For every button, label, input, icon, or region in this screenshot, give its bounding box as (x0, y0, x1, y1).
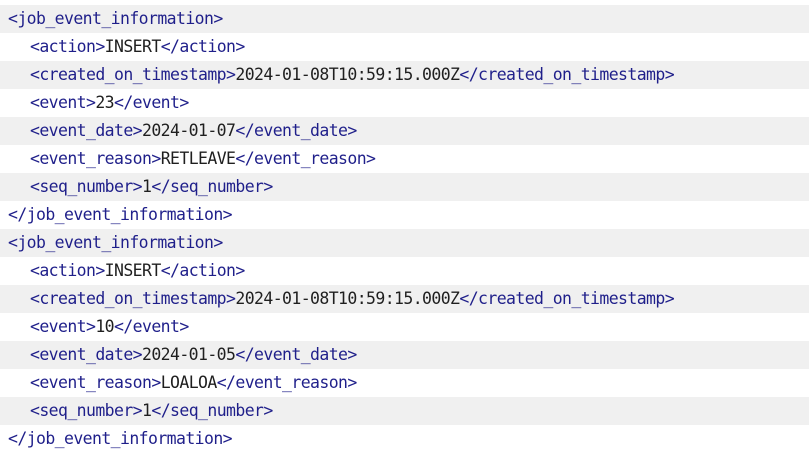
xml-close-tag: </job_event_information> (8, 205, 233, 224)
field-line-event-reason: <event_reason>RETLEAVE</event_reason> (0, 145, 809, 173)
field-line-created-on-timestamp: <created_on_timestamp>2024-01-08T10:59:1… (0, 61, 809, 89)
field-line-created-on-timestamp: <created_on_timestamp>2024-01-08T10:59:1… (0, 285, 809, 313)
xml-open-tag: <seq_number> (30, 401, 143, 420)
xml-open-tag: <action> (30, 37, 105, 56)
field-line-event-reason: <event_reason>LOALOA</event_reason> (0, 369, 809, 397)
xml-open-tag: <created_on_timestamp> (30, 289, 236, 308)
xml-close-tag: </event_reason> (235, 149, 376, 168)
xml-open-tag: <event_date> (30, 345, 143, 364)
xml-close-tag: </created_on_timestamp> (459, 65, 675, 84)
field-line-event: <event>23</event> (0, 89, 809, 117)
xml-open-tag: <event_reason> (30, 373, 161, 392)
xml-viewer: <job_event_information> <action>INSERT</… (0, 5, 809, 453)
field-line-event-date: <event_date>2024-01-05</event_date> (0, 341, 809, 369)
xml-close-tag: </event_date> (235, 345, 357, 364)
xml-value: INSERT (104, 37, 162, 56)
xml-open-tag: <event> (30, 93, 96, 112)
xml-close-tag: </action> (160, 261, 246, 280)
xml-value: 1 (142, 177, 152, 196)
xml-open-tag: <job_event_information> (8, 9, 223, 28)
xml-value: 1 (142, 401, 152, 420)
xml-close-tag: </action> (160, 37, 246, 56)
xml-close-tag: </job_event_information> (8, 429, 233, 448)
xml-value: 10 (95, 317, 115, 336)
xml-close-tag: </seq_number> (151, 401, 273, 420)
xml-value: 2024-01-07 (142, 121, 236, 140)
xml-open-tag: <event_date> (30, 121, 143, 140)
record-open-tag: <job_event_information> (0, 5, 809, 33)
xml-close-tag: </seq_number> (151, 177, 273, 196)
record-close-tag: </job_event_information> (0, 201, 809, 229)
field-line-event: <event>10</event> (0, 313, 809, 341)
xml-value: 2024-01-05 (142, 345, 236, 364)
field-line-seq-number: <seq_number>1</seq_number> (0, 397, 809, 425)
xml-value: LOALOA (160, 373, 218, 392)
xml-open-tag: <created_on_timestamp> (30, 65, 236, 84)
xml-value: RETLEAVE (160, 149, 236, 168)
xml-open-tag: <seq_number> (30, 177, 143, 196)
xml-value: INSERT (104, 261, 162, 280)
field-line-seq-number: <seq_number>1</seq_number> (0, 173, 809, 201)
xml-open-tag: <action> (30, 261, 105, 280)
xml-open-tag: <event_reason> (30, 149, 161, 168)
record-open-tag: <job_event_information> (0, 229, 809, 257)
xml-close-tag: </event_date> (235, 121, 357, 140)
xml-close-tag: </event_reason> (216, 373, 358, 392)
xml-open-tag: <job_event_information> (8, 233, 223, 252)
field-line-event-date: <event_date>2024-01-07</event_date> (0, 117, 809, 145)
record-close-tag: </job_event_information> (0, 425, 809, 453)
field-line-action: <action>INSERT</action> (0, 33, 809, 61)
xml-open-tag: <event> (30, 317, 96, 336)
xml-value: 2024-01-08T10:59:15.000Z (235, 65, 460, 84)
xml-close-tag: </event> (114, 93, 189, 112)
xml-value: 23 (95, 93, 115, 112)
xml-value: 2024-01-08T10:59:15.000Z (235, 289, 460, 308)
field-line-action: <action>INSERT</action> (0, 257, 809, 285)
xml-close-tag: </created_on_timestamp> (459, 289, 675, 308)
xml-close-tag: </event> (114, 317, 189, 336)
